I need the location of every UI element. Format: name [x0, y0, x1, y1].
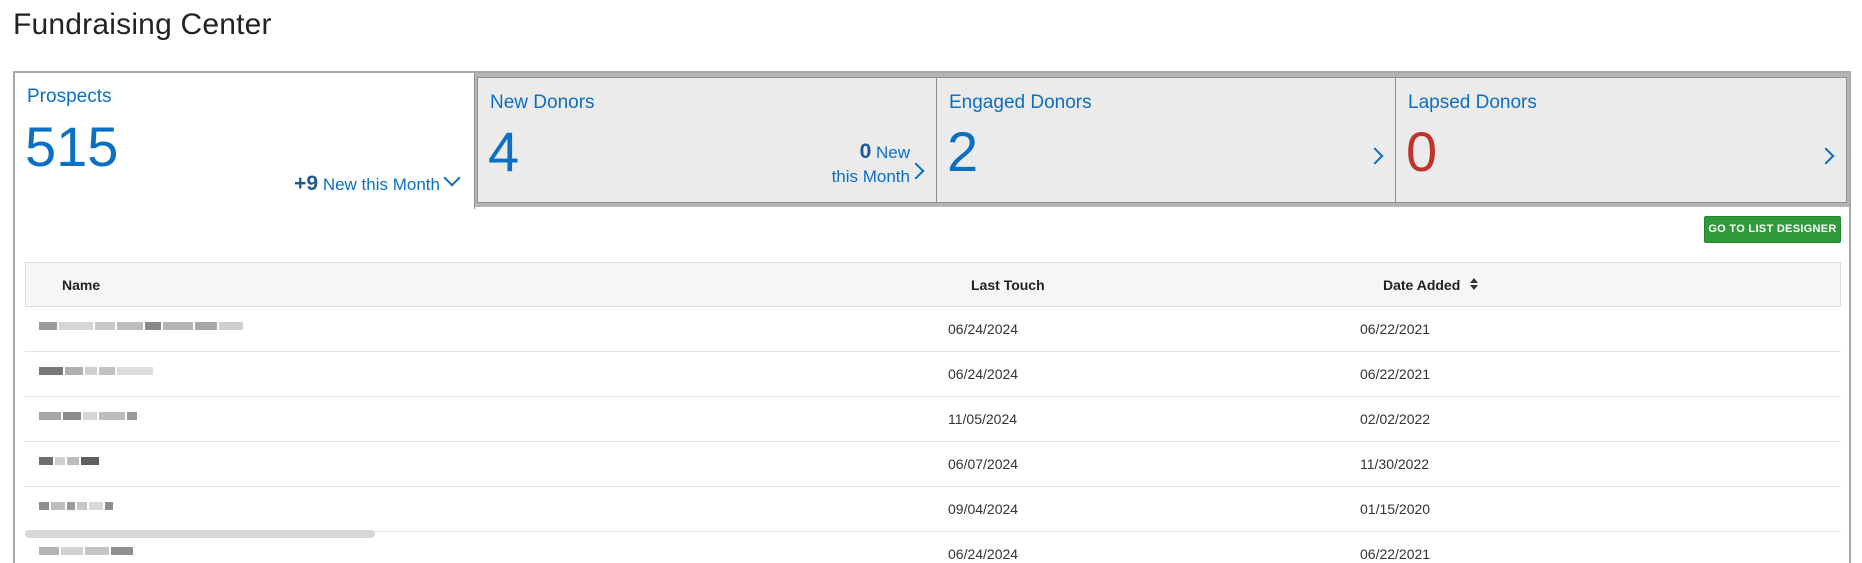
tab-title: Prospects	[27, 86, 112, 107]
tab-delta: 0 New this Month	[832, 138, 910, 189]
date-added-cell: 02/02/2022	[1360, 411, 1431, 427]
tab-prospects[interactable]: Prospects 515 +9 New this Month	[15, 73, 475, 209]
table-row[interactable]: 06/24/2024 06/22/2021	[25, 352, 1841, 397]
date-added-cell: 06/22/2021	[1360, 546, 1431, 562]
redacted-name	[39, 321, 243, 331]
tab-lapsed-donors[interactable]: Lapsed Donors 0	[1395, 77, 1847, 203]
last-touch-cell: 06/24/2024	[948, 366, 1019, 382]
date-added-cell: 06/22/2021	[1360, 366, 1431, 382]
table-row[interactable]: 09/04/2024 01/15/2020	[25, 487, 1841, 532]
date-added-cell: 11/30/2022	[1360, 456, 1430, 472]
tab-count: 2	[947, 120, 979, 183]
horizontal-scrollbar[interactable]	[25, 530, 375, 538]
date-added-cell: 06/22/2021	[1360, 321, 1431, 337]
tab-title: Lapsed Donors	[1408, 92, 1537, 113]
tab-title: Engaged Donors	[949, 92, 1092, 113]
chevron-right-icon[interactable]	[1366, 147, 1384, 165]
redacted-name	[39, 366, 153, 376]
last-touch-cell: 09/04/2024	[948, 501, 1019, 517]
fundraising-panel: Prospects 515 +9 New this Month New Dono…	[13, 71, 1851, 563]
last-touch-cell: 06/07/2024	[948, 456, 1019, 472]
tab-count: 515	[25, 115, 119, 178]
tab-count: 4	[488, 120, 520, 183]
delta-value: +9	[294, 172, 319, 195]
table-row[interactable]: 06/07/2024 11/30/2022	[25, 442, 1841, 487]
sort-icon[interactable]	[1470, 278, 1478, 291]
redacted-name	[39, 501, 113, 511]
tab-new-donors[interactable]: New Donors 4 0 New this Month	[477, 77, 937, 203]
column-header-name[interactable]: Name	[62, 277, 100, 293]
redacted-name	[39, 411, 137, 421]
delta-label: New	[875, 143, 910, 162]
table-row[interactable]: 06/24/2024 06/22/2021	[25, 307, 1841, 352]
go-to-list-designer-button[interactable]: GO TO LIST DESIGNER	[1704, 216, 1841, 243]
delta-label: this Month	[831, 167, 910, 187]
tab-title: New Donors	[490, 92, 595, 113]
delta-value: 0	[859, 140, 872, 163]
table-row[interactable]: 11/05/2024 02/02/2022	[25, 397, 1841, 442]
chevron-right-icon[interactable]	[907, 162, 925, 180]
donor-tabs: Prospects 515 +9 New this Month New Dono…	[15, 73, 1849, 209]
table-header: Name Last Touch Date Added	[25, 262, 1841, 307]
column-header-last-touch[interactable]: Last Touch	[971, 277, 1045, 293]
tab-delta: +9 New this Month	[294, 170, 440, 198]
delta-label: New this Month	[322, 175, 440, 194]
redacted-name	[39, 456, 99, 466]
chevron-down-icon[interactable]	[443, 169, 461, 187]
page-title: Fundraising Center	[13, 8, 272, 41]
prospects-table: Name Last Touch Date Added 06/24/2024 06…	[25, 262, 1841, 563]
column-header-date-added[interactable]: Date Added	[1383, 277, 1460, 293]
tab-count: 0	[1406, 120, 1438, 183]
tab-engaged-donors[interactable]: Engaged Donors 2	[936, 77, 1396, 203]
last-touch-cell: 11/05/2024	[948, 411, 1018, 427]
redacted-name	[39, 546, 133, 556]
last-touch-cell: 06/24/2024	[948, 321, 1019, 337]
last-touch-cell: 06/24/2024	[948, 546, 1019, 562]
chevron-right-icon[interactable]	[1817, 147, 1835, 165]
date-added-cell: 01/15/2020	[1360, 501, 1431, 517]
